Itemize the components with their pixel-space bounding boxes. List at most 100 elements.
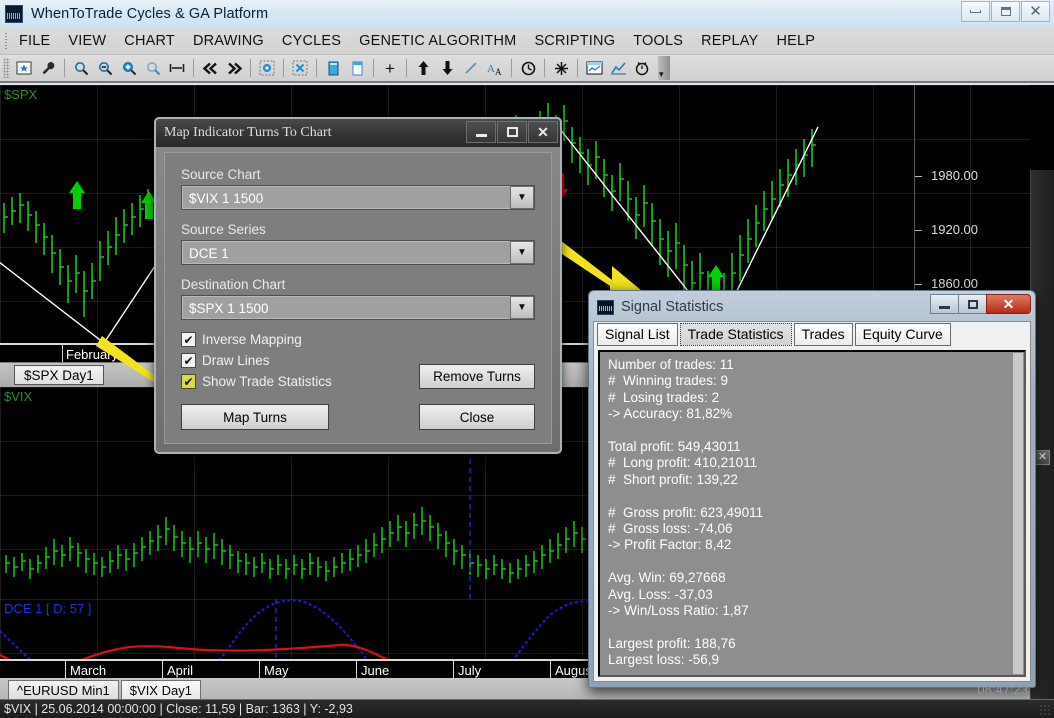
chevron-down-icon[interactable]: ▼: [510, 296, 534, 319]
stats-scrollbar[interactable]: [1013, 353, 1023, 674]
window-title: WhenToTrade Cycles & GA Platform: [31, 5, 269, 22]
indicator-window-icon[interactable]: [583, 57, 605, 79]
arrow-up-icon[interactable]: [412, 57, 434, 79]
text-annotation-icon[interactable]: AA: [484, 57, 506, 79]
chevron-down-icon[interactable]: ▼: [510, 241, 534, 264]
status-bar-text: $VIX | 25.06.2014 00:00:00 | Close: 11,5…: [4, 702, 353, 716]
map-indicator-dialog[interactable]: Map Indicator Turns To Chart ✕ Source Ch…: [154, 117, 562, 454]
stat-avg-win: Avg. Win: 69,27668: [608, 570, 726, 586]
stat-spacer: [608, 619, 1016, 635]
source-series-label: Source Series: [181, 222, 266, 237]
map-dialog-controls: ✕: [465, 121, 558, 143]
stat-gross-profit: # Gross profit: 623,49011: [608, 504, 764, 520]
source-chart-dropdown[interactable]: $VIX 1 1500 ▼: [181, 185, 535, 210]
stat-largest-profit: Largest profit: 188,76: [608, 635, 736, 651]
trendline-icon[interactable]: [460, 57, 482, 79]
stat-short-profit: # Short profit: 139,22: [608, 471, 738, 487]
tab-trade-statistics[interactable]: Trade Statistics: [679, 323, 792, 346]
map-dialog-minimize-button[interactable]: [466, 121, 496, 143]
tab-trades[interactable]: Trades: [793, 323, 853, 346]
settings-wrench-icon[interactable]: [37, 57, 59, 79]
menu-item-view[interactable]: VIEW: [59, 31, 115, 51]
zoom-reset-icon[interactable]: [70, 57, 92, 79]
menu-item-chart[interactable]: CHART: [115, 31, 184, 51]
timer-icon[interactable]: [631, 57, 653, 79]
stats-maximize-button[interactable]: [958, 294, 987, 314]
stat-spacer: [608, 423, 1016, 439]
source-series-value: DCE 1: [182, 241, 510, 264]
map-dialog-close-button[interactable]: ✕: [528, 121, 558, 143]
map-close-button[interactable]: Close: [419, 404, 535, 430]
menu-item-file[interactable]: FILE: [10, 31, 59, 51]
fit-width-icon[interactable]: [166, 57, 188, 79]
toolbar-overflow-button[interactable]: [658, 56, 670, 80]
chart-tab-eurusd-min1[interactable]: ^EURUSD Min1: [8, 680, 119, 701]
stats-tabstrip: Signal List Trade Statistics Trades Equi…: [593, 321, 1031, 346]
menu-item-cycles[interactable]: CYCLES: [273, 31, 350, 51]
stat-total-profit: Total profit: 549,43011: [608, 439, 741, 455]
time-label-february: February: [66, 347, 119, 362]
zoom-out-icon[interactable]: [94, 57, 116, 79]
clear-chart-icon[interactable]: [289, 57, 311, 79]
toolbar-separator: [193, 59, 194, 77]
menu-item-help[interactable]: HELP: [767, 31, 824, 51]
map-turns-button[interactable]: Map Turns: [181, 404, 329, 430]
window-titlebar: WhenToTrade Cycles & GA Platform ✕: [0, 0, 1054, 27]
scroll-back-icon[interactable]: [199, 57, 221, 79]
close-vix-panel-icon[interactable]: ✕: [1035, 450, 1050, 465]
zoom-select-icon[interactable]: [142, 57, 164, 79]
inverse-mapping-checkbox[interactable]: ✔: [181, 332, 196, 347]
application-window: WhenToTrade Cycles & GA Platform ✕ FILE …: [0, 0, 1054, 718]
toolbar-grip-handle[interactable]: [3, 58, 10, 78]
trade-statistics-text[interactable]: Number of trades: 11 # Winning trades: 9…: [598, 350, 1026, 677]
cycle-star-icon[interactable]: [550, 57, 572, 79]
stat-long-profit: # Long profit: 410,21011: [608, 455, 758, 471]
status-clock: 08:47:23: [977, 682, 1028, 697]
stats-minimize-button[interactable]: [930, 294, 959, 314]
menu-item-replay[interactable]: REPLAY: [692, 31, 767, 51]
map-dialog-maximize-button[interactable]: [497, 121, 527, 143]
history-icon[interactable]: [517, 57, 539, 79]
arrow-down-icon[interactable]: [436, 57, 458, 79]
stat-avg-loss: Avg. Loss: -37,03: [608, 586, 713, 602]
chevron-down-icon[interactable]: ▼: [510, 186, 534, 209]
menu-item-tools[interactable]: TOOLS: [624, 31, 692, 51]
zoom-in-icon[interactable]: [118, 57, 140, 79]
chart-tab-vix-day1[interactable]: $VIX Day1: [120, 680, 201, 701]
remove-turns-button[interactable]: Remove Turns: [419, 364, 535, 389]
show-trade-statistics-checkbox[interactable]: ✔: [181, 374, 196, 389]
menu-item-genetic-algorithm[interactable]: GENETIC ALGORITHM: [350, 31, 525, 51]
main-toolbar: + AA: [0, 55, 1054, 83]
window-close-button[interactable]: ✕: [1021, 1, 1050, 22]
price-tick-1980: 1980.00: [915, 168, 1006, 183]
tab-equity-curve[interactable]: Equity Curve: [854, 323, 951, 346]
vertical-panel-icon[interactable]: [322, 57, 344, 79]
map-dialog-body: Source Chart $VIX 1 1500 ▼ Source Series…: [164, 152, 552, 444]
toolbar-separator: [250, 59, 251, 77]
source-series-dropdown[interactable]: DCE 1 ▼: [181, 240, 535, 265]
toolbar-separator: [283, 59, 284, 77]
menu-item-drawing[interactable]: DRAWING: [184, 31, 273, 51]
stats-window-titlebar: Signal Statistics ✕: [593, 294, 1031, 319]
scroll-forward-icon[interactable]: [223, 57, 245, 79]
inverse-mapping-row[interactable]: ✔ Inverse Mapping: [181, 332, 535, 347]
window-minimize-button[interactable]: [961, 1, 990, 22]
add-icon[interactable]: +: [379, 57, 401, 79]
window-controls: ✕: [960, 1, 1050, 22]
tab-signal-list[interactable]: Signal List: [597, 323, 678, 346]
toolbar-separator: [373, 59, 374, 77]
horizontal-panel-icon[interactable]: [346, 57, 368, 79]
signal-statistics-window[interactable]: Signal Statistics ✕ Signal List Trade St…: [588, 290, 1036, 688]
new-chart-icon[interactable]: [13, 57, 35, 79]
destination-chart-dropdown[interactable]: $SPX 1 1500 ▼: [181, 295, 535, 320]
line-chart-icon[interactable]: [607, 57, 629, 79]
window-maximize-button[interactable]: [991, 1, 1020, 22]
window-resize-grip[interactable]: [1039, 704, 1051, 716]
menu-grip-handle[interactable]: [2, 30, 10, 51]
chart-tab-spx-day1[interactable]: $SPX Day1: [14, 365, 104, 385]
stats-close-button[interactable]: ✕: [986, 294, 1031, 314]
stats-window-title: Signal Statistics: [621, 299, 724, 315]
refresh-chart-icon[interactable]: [256, 57, 278, 79]
menu-item-scripting[interactable]: SCRIPTING: [525, 31, 624, 51]
draw-lines-checkbox[interactable]: ✔: [181, 353, 196, 368]
